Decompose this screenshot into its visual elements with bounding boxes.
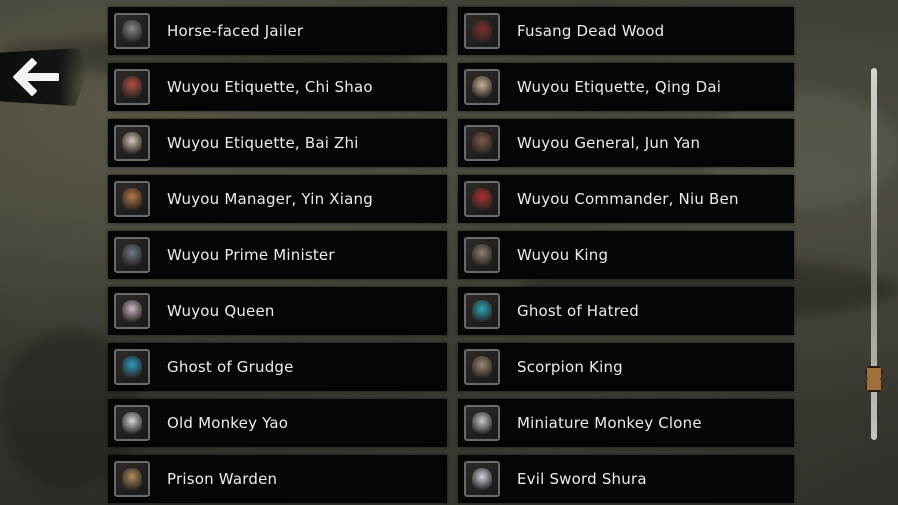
boss-name: Horse-faced Jailer: [167, 22, 304, 40]
portrait-face: [472, 300, 492, 322]
list-row: Wuyou Etiquette, Chi Shao Wuyou Etiquette…: [108, 63, 796, 111]
boss-portrait-icon: [114, 405, 150, 441]
boss-entry-card[interactable]: Miniature Monkey Clone: [458, 399, 794, 447]
boss-entry-card[interactable]: Old Monkey Yao: [108, 399, 447, 447]
portrait-face: [472, 188, 492, 210]
portrait-face: [122, 188, 142, 210]
boss-name: Wuyou Etiquette, Chi Shao: [167, 78, 373, 96]
list-row: Wuyou Queen Ghost of Hatred: [108, 287, 796, 335]
boss-entry-card[interactable]: Evil Sword Shura: [458, 455, 794, 503]
portrait-face: [122, 76, 142, 98]
portrait-face: [122, 356, 142, 378]
boss-portrait-icon: [114, 69, 150, 105]
boss-portrait-icon: [114, 461, 150, 497]
boss-name: Wuyou Etiquette, Qing Dai: [517, 78, 722, 96]
portrait-face: [122, 244, 142, 266]
portrait-face: [472, 244, 492, 266]
boss-name: Wuyou Etiquette, Bai Zhi: [167, 134, 359, 152]
portrait-face: [472, 356, 492, 378]
boss-name: Scorpion King: [517, 358, 623, 376]
boss-name: Evil Sword Shura: [517, 470, 647, 488]
boss-portrait-icon: [464, 69, 500, 105]
back-button[interactable]: [0, 48, 86, 106]
portrait-face: [472, 412, 492, 434]
boss-name: Ghost of Hatred: [517, 302, 639, 320]
list-row: Prison Warden Evil Sword Shura: [108, 455, 796, 503]
boss-portrait-icon: [464, 237, 500, 273]
portrait-face: [122, 300, 142, 322]
list-row: Wuyou Etiquette, Bai Zhi Wuyou General, J…: [108, 119, 796, 167]
boss-name: Fusang Dead Wood: [517, 22, 665, 40]
portrait-face: [122, 20, 142, 42]
boss-entry-card[interactable]: Wuyou Prime Minister: [108, 231, 447, 279]
boss-entry-card[interactable]: Ghost of Grudge: [108, 343, 447, 391]
boss-entry-card[interactable]: Wuyou Etiquette, Chi Shao: [108, 63, 447, 111]
boss-portrait-icon: [464, 461, 500, 497]
boss-portrait-icon: [114, 237, 150, 273]
boss-portrait-icon: [114, 125, 150, 161]
boss-portrait-icon: [114, 349, 150, 385]
list-row: Wuyou Manager, Yin Xiang Wuyou Commander,…: [108, 175, 796, 223]
boss-entry-card[interactable]: Wuyou King: [458, 231, 794, 279]
boss-name: Wuyou Queen: [167, 302, 275, 320]
list-row: Old Monkey Yao Miniature Monkey Clone: [108, 399, 796, 447]
boss-entry-card[interactable]: Ghost of Hatred: [458, 287, 794, 335]
boss-entry-card[interactable]: Wuyou Commander, Niu Ben: [458, 175, 794, 223]
boss-portrait-icon: [464, 349, 500, 385]
list-row: Horse-faced Jailer Fusang Dead Wood: [108, 7, 796, 55]
boss-entry-card[interactable]: Wuyou Etiquette, Qing Dai: [458, 63, 794, 111]
portrait-face: [472, 76, 492, 98]
portrait-face: [472, 132, 492, 154]
portrait-face: [122, 468, 142, 490]
boss-entry-card[interactable]: Scorpion King: [458, 343, 794, 391]
boss-name: Wuyou Prime Minister: [167, 246, 335, 264]
portrait-face: [122, 412, 142, 434]
boss-portrait-icon: [464, 181, 500, 217]
boss-portrait-icon: [464, 293, 500, 329]
boss-entry-card[interactable]: Wuyou Queen: [108, 287, 447, 335]
boss-name: Prison Warden: [167, 470, 278, 488]
boss-entry-card[interactable]: Wuyou General, Jun Yan: [458, 119, 794, 167]
boss-name: Wuyou General, Jun Yan: [517, 134, 701, 152]
boss-name: Wuyou Manager, Yin Xiang: [167, 190, 373, 208]
boss-portrait-icon: [464, 125, 500, 161]
boss-entry-card[interactable]: Prison Warden: [108, 455, 447, 503]
boss-name: Old Monkey Yao: [167, 414, 289, 432]
boss-name: Wuyou Commander, Niu Ben: [517, 190, 739, 208]
boss-portrait-icon: [464, 405, 500, 441]
scroll-thumb[interactable]: [865, 366, 883, 392]
portrait-face: [122, 132, 142, 154]
list-row: Ghost of Grudge Scorpion King: [108, 343, 796, 391]
boss-entry-card[interactable]: Horse-faced Jailer: [108, 7, 447, 55]
boss-entry-card[interactable]: Fusang Dead Wood: [458, 7, 794, 55]
boss-portrait-icon: [114, 13, 150, 49]
boss-portrait-icon: [114, 293, 150, 329]
boss-portrait-icon: [464, 13, 500, 49]
boss-portrait-icon: [114, 181, 150, 217]
boss-name: Wuyou King: [517, 246, 609, 264]
portrait-face: [472, 468, 492, 490]
arrow-left-icon: [13, 58, 59, 96]
boss-name: Ghost of Grudge: [167, 358, 294, 376]
portrait-face: [472, 20, 492, 42]
scrollbar[interactable]: [865, 68, 883, 440]
boss-name: Miniature Monkey Clone: [517, 414, 702, 432]
list-row: Wuyou Prime Minister Wuyou King: [108, 231, 796, 279]
boss-entry-card[interactable]: Wuyou Etiquette, Bai Zhi: [108, 119, 447, 167]
boss-entry-card[interactable]: Wuyou Manager, Yin Xiang: [108, 175, 447, 223]
